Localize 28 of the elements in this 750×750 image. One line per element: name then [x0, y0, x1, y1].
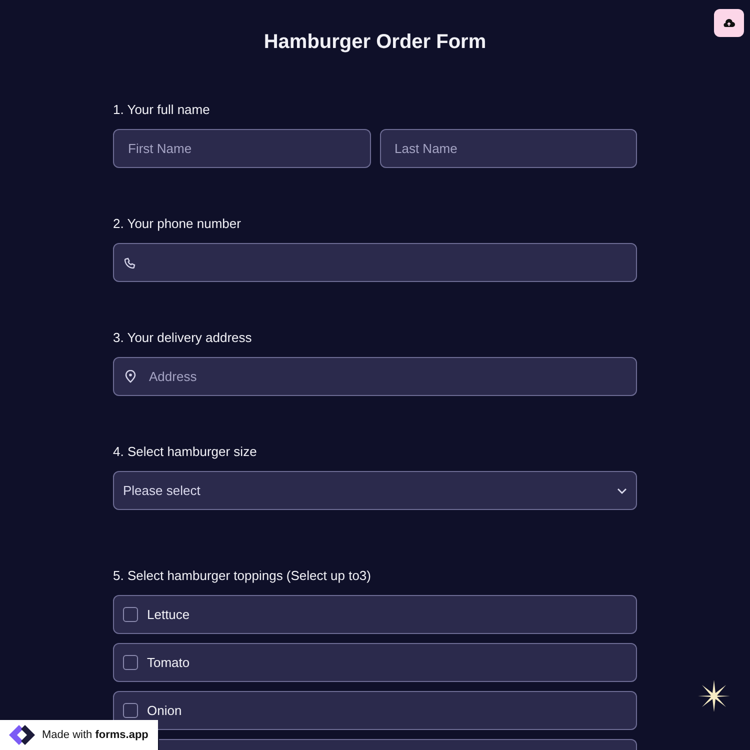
badge-text: Made with forms.app: [42, 728, 148, 743]
phone-icon: [124, 256, 136, 268]
question-label: 5. Select hamburger toppings (Select up to3): [113, 567, 372, 585]
upload-button[interactable]: [714, 9, 744, 37]
checkbox[interactable]: [123, 655, 138, 670]
logo-icon: [8, 724, 36, 746]
checkbox[interactable]: [123, 607, 138, 622]
size-dropdown[interactable]: Please select: [113, 471, 637, 510]
map-pin-icon: [125, 370, 136, 383]
text-field[interactable]: Last Name: [380, 129, 637, 168]
option-row[interactable]: Onion: [113, 691, 637, 730]
question-label: 1. Your full name: [113, 101, 211, 119]
question-label: 3. Your delivery address: [113, 329, 253, 347]
option-label: Tomato: [147, 654, 190, 672]
form-title: Hamburger Order Form: [262, 30, 488, 54]
address-field[interactable]: Address: [113, 357, 637, 396]
option-label: Onion: [147, 702, 182, 720]
question-label: 2. Your phone number: [113, 215, 242, 233]
question-label: 4. Select hamburger size: [113, 443, 258, 461]
text-field[interactable]: First Name: [113, 129, 370, 168]
checkbox[interactable]: [123, 703, 138, 718]
cloud-upload-icon: [723, 18, 735, 28]
option-label: Lettuce: [147, 606, 190, 624]
made-with-badge[interactable]: Made with forms.app: [0, 720, 158, 750]
option-row[interactable]: Tomato: [113, 643, 637, 682]
phone-field[interactable]: [113, 243, 637, 282]
option-row[interactable]: Lettuce: [113, 595, 637, 634]
chevron-down-icon: [617, 488, 627, 494]
